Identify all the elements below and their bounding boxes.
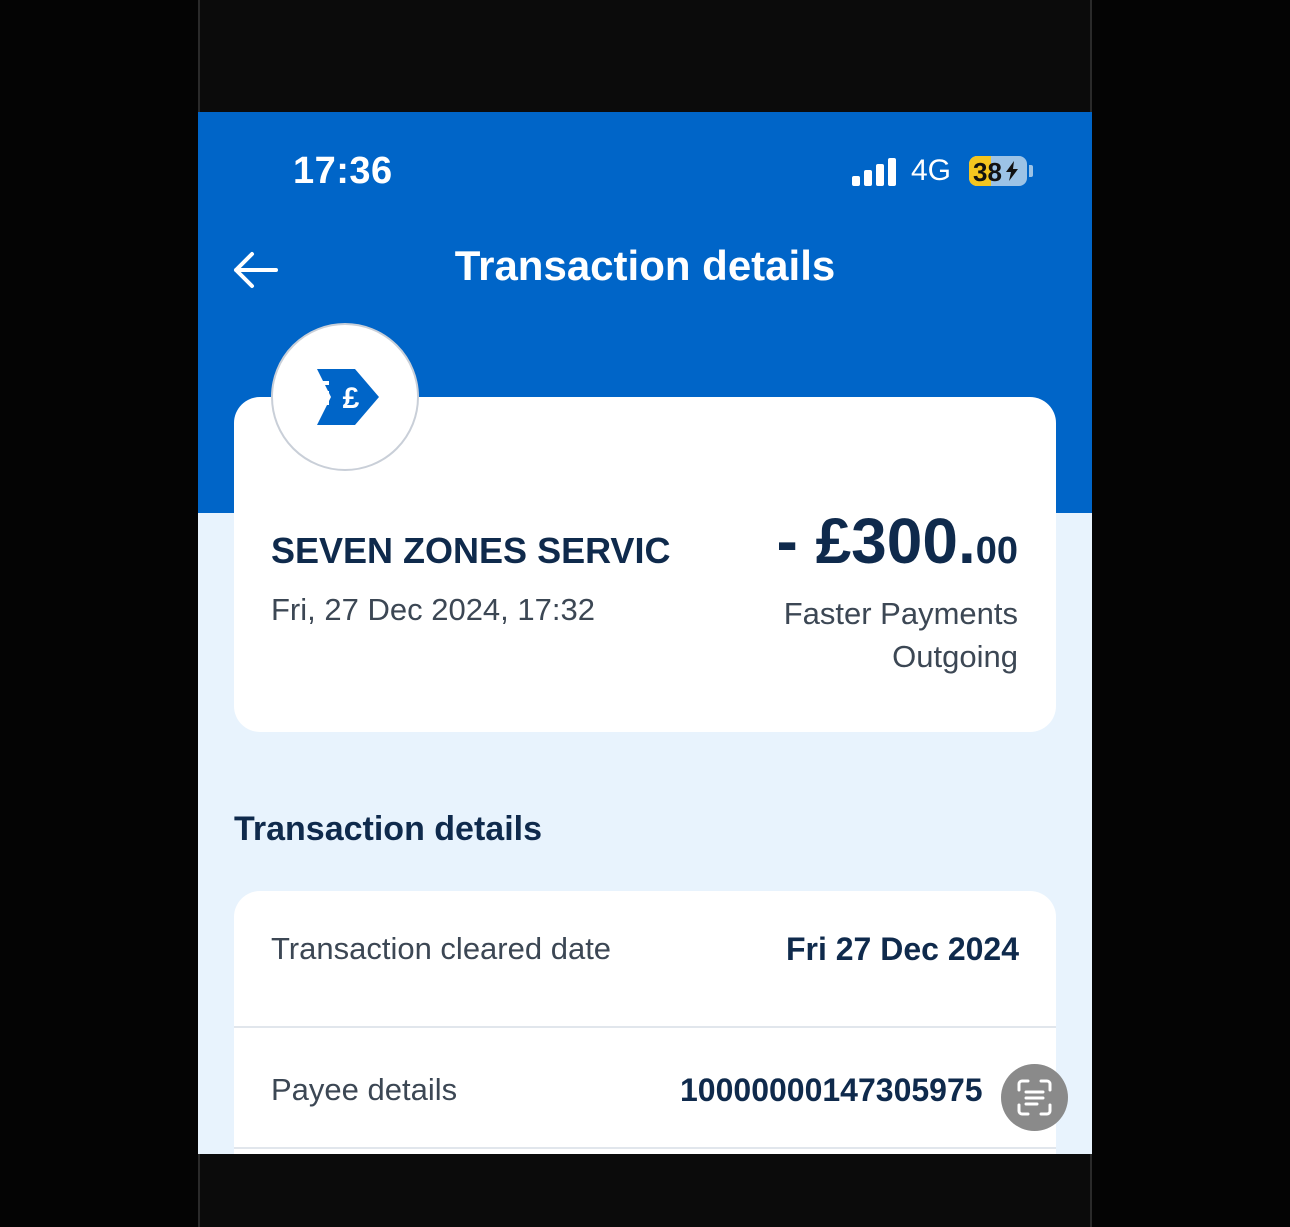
detail-value: Fri 27 Dec 2024 xyxy=(785,931,1019,967)
row-divider xyxy=(234,1147,1056,1149)
charging-bolt-icon xyxy=(1006,161,1018,181)
network-label: 4G xyxy=(911,154,952,187)
payment-type-direction: Outgoing xyxy=(892,639,1018,674)
detail-label: Payee details xyxy=(271,1072,458,1107)
svg-text:£: £ xyxy=(343,382,360,415)
amount-main: - £300. xyxy=(776,505,976,577)
faster-payment-pound-icon: £ xyxy=(271,323,419,471)
status-time: 17:36 xyxy=(293,150,393,192)
detail-row-cleared-date: Transaction cleared date Fri 27 Dec 2024 xyxy=(234,891,1056,1011)
battery-icon: 38 xyxy=(969,156,1027,186)
battery-percent: 38 xyxy=(973,157,1002,186)
payment-type: Faster Payments Outgoing xyxy=(678,592,1018,678)
amount-decimal: 00 xyxy=(975,530,1018,572)
details-section-title: Transaction details xyxy=(234,810,542,848)
bottom-black-border xyxy=(198,1154,1092,1227)
top-black-border xyxy=(198,0,1092,112)
battery-tip xyxy=(1029,165,1033,177)
payment-type-method: Faster Payments xyxy=(783,596,1018,631)
text-scan-icon[interactable] xyxy=(1001,1064,1068,1131)
transaction-amount: - £300.00 xyxy=(776,504,1018,578)
detail-label: Transaction cleared date xyxy=(271,931,612,966)
signal-icon xyxy=(852,158,898,186)
left-black-border xyxy=(0,0,198,1227)
page-title: Transaction details xyxy=(454,242,836,289)
detail-value: 10000000147305975 xyxy=(680,1072,983,1108)
details-card: Transaction cleared date Fri 27 Dec 2024… xyxy=(234,891,1056,1154)
merchant-name: SEVEN ZONES SERVIC xyxy=(271,530,671,571)
right-black-border xyxy=(1092,0,1290,1227)
app-screen: 17:36 4G 38 Transaction details £ SEVEN … xyxy=(198,112,1092,1154)
transaction-datetime: Fri, 27 Dec 2024, 17:32 xyxy=(271,592,595,627)
detail-row-payee[interactable]: Payee details 10000000147305975 xyxy=(234,1028,1056,1148)
